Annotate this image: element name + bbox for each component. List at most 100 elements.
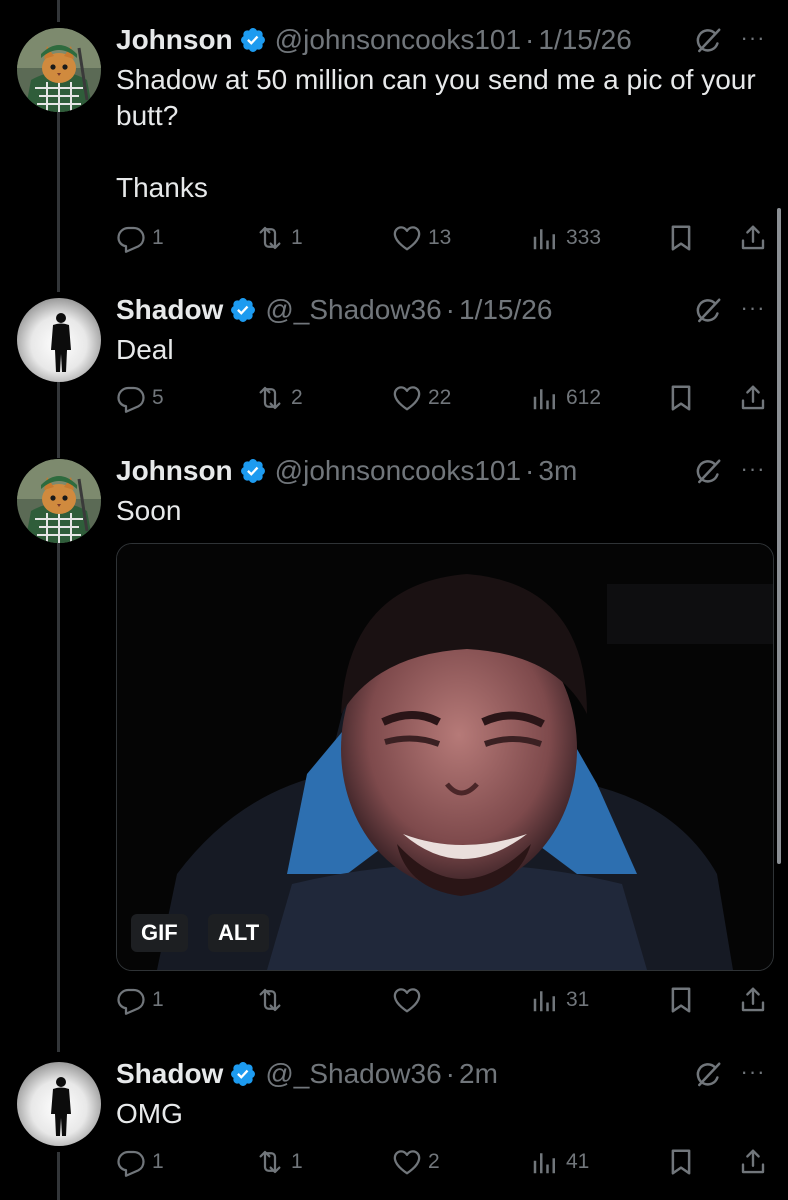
reply-button[interactable]: 1 <box>116 982 164 1018</box>
bookmark-button[interactable] <box>666 982 696 1018</box>
repost-count: 2 <box>291 386 303 409</box>
timestamp[interactable]: 2m <box>459 1056 498 1092</box>
repost-count: 1 <box>291 1150 303 1173</box>
views-icon <box>530 985 560 1015</box>
silhouette-avatar[interactable] <box>17 298 101 382</box>
repost-count: 1 <box>291 226 303 249</box>
tweet-text: Shadow at 50 million can you send me a p… <box>116 64 756 203</box>
reply-button[interactable]: 1 <box>116 220 164 256</box>
timestamp[interactable]: 3m <box>538 453 577 489</box>
user-handle[interactable]: @_Shadow36 <box>265 1056 441 1092</box>
more-options-icon[interactable]: ··· <box>737 292 769 328</box>
action-bar: 1 1 2 41 <box>0 1144 788 1180</box>
heart-icon <box>392 223 422 253</box>
timestamp[interactable]: 1/15/26 <box>538 22 631 58</box>
share-button[interactable] <box>738 1144 768 1180</box>
more-options-icon[interactable]: ··· <box>737 22 769 58</box>
user-handle[interactable]: @johnsoncooks101 <box>275 22 521 58</box>
share-icon <box>738 1147 768 1177</box>
share-icon <box>738 383 768 413</box>
views-button[interactable]: 333 <box>530 220 601 256</box>
display-name[interactable]: Shadow <box>116 1056 223 1092</box>
repost-button[interactable]: 1 <box>255 220 303 256</box>
views-icon <box>530 383 560 413</box>
share-button[interactable] <box>738 220 768 256</box>
silhouette-avatar[interactable] <box>17 1062 101 1146</box>
tweet-header: Shadow @_Shadow36 · 1/15/26 <box>116 292 552 328</box>
like-button[interactable]: 22 <box>392 380 451 416</box>
share-button[interactable] <box>738 380 768 416</box>
repost-button[interactable]: 1 <box>255 1144 303 1180</box>
separator: · <box>445 294 455 325</box>
like-button[interactable] <box>392 982 428 1018</box>
views-icon <box>530 1147 560 1177</box>
tweet-header: Johnson @johnsoncooks101 · 3m <box>116 453 577 489</box>
repost-icon <box>255 223 285 253</box>
gif-media[interactable] <box>116 543 774 971</box>
action-bar: 5 2 22 612 <box>0 380 788 416</box>
bookmark-icon <box>666 985 696 1015</box>
like-button[interactable]: 2 <box>392 1144 440 1180</box>
repost-button[interactable]: 2 <box>255 380 303 416</box>
verified-icon <box>239 457 267 485</box>
bookmark-button[interactable] <box>666 220 696 256</box>
display-name[interactable]: Johnson <box>116 22 233 58</box>
thread-line <box>57 112 60 292</box>
like-button[interactable]: 13 <box>392 220 451 256</box>
verified-icon <box>229 296 257 324</box>
tweet-header: Shadow @_Shadow36 · 2m <box>116 1056 498 1092</box>
timestamp[interactable]: 1/15/26 <box>459 292 552 328</box>
grok-icon[interactable] <box>693 296 723 326</box>
tweet-text: Soon <box>116 495 182 526</box>
verified-icon <box>229 1060 257 1088</box>
gif-badge[interactable]: GIF <box>131 914 188 952</box>
bookmark-button[interactable] <box>666 380 696 416</box>
tweet-text: Deal <box>116 334 174 365</box>
cat-avatar[interactable] <box>17 459 101 543</box>
more-options-icon[interactable]: ··· <box>737 453 769 489</box>
action-bar: 1 1 13 333 <box>0 220 788 256</box>
share-icon <box>738 985 768 1015</box>
more-options-icon[interactable]: ··· <box>737 1056 769 1092</box>
views-button[interactable]: 41 <box>530 1144 589 1180</box>
view-count: 333 <box>566 226 602 249</box>
views-button[interactable]: 31 <box>530 982 589 1018</box>
heart-icon <box>392 383 422 413</box>
repost-icon <box>255 383 285 413</box>
like-count: 22 <box>428 386 452 409</box>
share-icon <box>738 223 768 253</box>
view-count: 612 <box>566 386 602 409</box>
user-handle[interactable]: @johnsoncooks101 <box>275 453 521 489</box>
bookmark-icon <box>666 383 696 413</box>
display-name[interactable]: Johnson <box>116 453 233 489</box>
like-count: 2 <box>428 1150 440 1173</box>
reply-icon <box>116 985 146 1015</box>
display-name[interactable]: Shadow <box>116 292 223 328</box>
bookmark-button[interactable] <box>666 1144 696 1180</box>
repost-icon <box>255 1147 285 1177</box>
separator: · <box>445 1058 455 1089</box>
repost-button[interactable] <box>255 982 291 1018</box>
gif-preview-image <box>117 544 773 970</box>
cat-avatar[interactable] <box>17 28 101 112</box>
verified-icon <box>239 26 267 54</box>
scrollbar[interactable] <box>777 208 781 864</box>
alt-badge[interactable]: ALT <box>208 914 270 952</box>
reply-button[interactable]: 5 <box>116 380 164 416</box>
view-count: 31 <box>566 988 590 1011</box>
bookmark-icon <box>666 1147 696 1177</box>
grok-icon[interactable] <box>693 457 723 487</box>
tweet-text: OMG <box>116 1098 183 1129</box>
user-handle[interactable]: @_Shadow36 <box>265 292 441 328</box>
views-button[interactable]: 612 <box>530 380 601 416</box>
bookmark-icon <box>666 223 696 253</box>
heart-icon <box>392 985 422 1015</box>
repost-icon <box>255 985 285 1015</box>
separator: · <box>525 24 535 55</box>
views-icon <box>530 223 560 253</box>
grok-icon[interactable] <box>693 1060 723 1090</box>
reply-icon <box>116 383 146 413</box>
share-button[interactable] <box>738 982 768 1018</box>
reply-button[interactable]: 1 <box>116 1144 164 1180</box>
grok-icon[interactable] <box>693 26 723 56</box>
